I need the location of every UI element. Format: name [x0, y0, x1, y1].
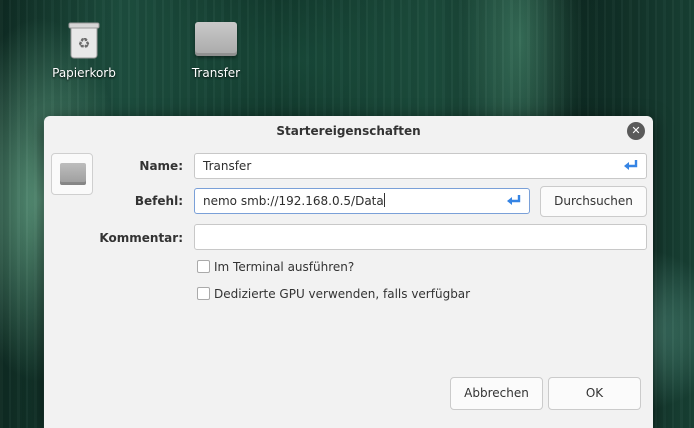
comment-label: Kommentar: [99, 231, 183, 245]
dedicated-gpu-option[interactable]: Dedizierte GPU verwenden, falls verfügba… [197, 287, 470, 301]
command-input[interactable]: nemo smb://192.168.0.5/Data [194, 188, 530, 214]
browse-button[interactable]: Durchsuchen [540, 186, 647, 217]
desktop-icon-trash[interactable]: ♻ Papierkorb [44, 20, 124, 80]
run-in-terminal-option[interactable]: Im Terminal ausführen? [197, 260, 354, 274]
trash-icon: ♻ [68, 22, 100, 59]
launcher-properties-dialog: Startereigenschaften ✕ Name: Transfer Be… [44, 116, 653, 428]
launcher-icon-button[interactable] [51, 153, 93, 195]
command-label: Befehl: [134, 194, 183, 208]
run-in-terminal-checkbox[interactable] [197, 260, 210, 273]
enter-icon[interactable] [622, 157, 640, 175]
ok-button[interactable]: OK [548, 377, 641, 410]
desktop-icon-label: Papierkorb [52, 66, 116, 80]
dedicated-gpu-label: Dedizierte GPU verwenden, falls verfügba… [214, 287, 471, 301]
text-cursor [383, 193, 385, 207]
desktop-icon-transfer[interactable]: Transfer [176, 22, 256, 80]
enter-icon[interactable] [505, 192, 523, 210]
run-in-terminal-label: Im Terminal ausführen? [214, 260, 355, 274]
dialog-title: Startereigenschaften [276, 124, 421, 138]
name-input[interactable]: Transfer [194, 153, 647, 179]
comment-input[interactable] [194, 224, 647, 250]
svg-text:♻: ♻ [78, 36, 91, 52]
dialog-titlebar[interactable]: Startereigenschaften ✕ [44, 116, 653, 148]
name-label: Name: [139, 159, 183, 173]
folder-icon [195, 22, 237, 56]
cancel-button[interactable]: Abbrechen [450, 377, 543, 410]
dedicated-gpu-checkbox[interactable] [197, 287, 210, 300]
desktop-icon-label: Transfer [191, 66, 241, 80]
command-value: nemo smb://192.168.0.5/Data [203, 194, 384, 208]
name-value: Transfer [203, 159, 252, 173]
folder-icon [60, 163, 86, 185]
close-icon[interactable]: ✕ [627, 122, 645, 140]
